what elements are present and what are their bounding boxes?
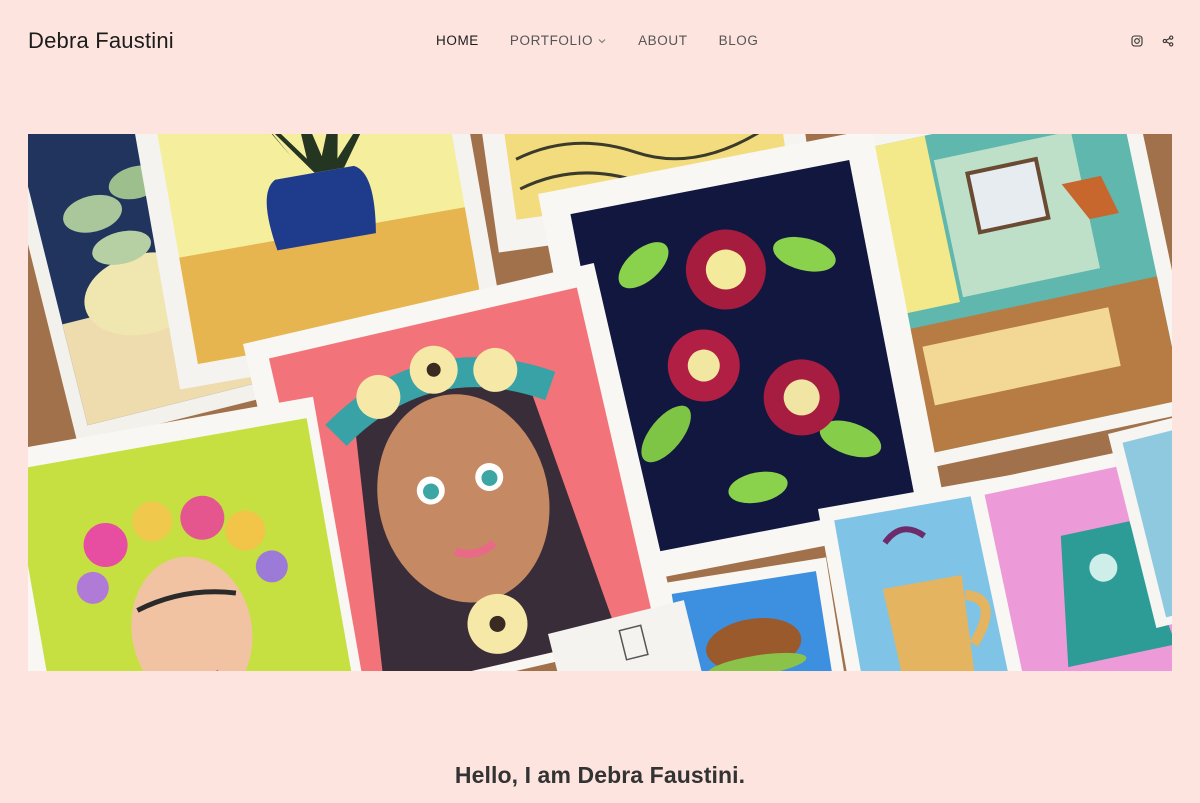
- nav-blog[interactable]: BLOG: [719, 33, 759, 48]
- site-header: Debra Faustini HOME PORTFOLIO ABOUT BLOG: [0, 0, 1200, 84]
- nav-home[interactable]: HOME: [436, 33, 479, 48]
- nav-portfolio-label: PORTFOLIO: [509, 33, 594, 48]
- nav-portfolio[interactable]: PORTFOLIO: [510, 33, 607, 48]
- social-links: [1131, 35, 1174, 47]
- nav-blog-label: BLOG: [718, 33, 759, 48]
- hero-image: [28, 134, 1172, 671]
- site-title[interactable]: Debra Faustini: [28, 28, 174, 54]
- share-icon[interactable]: [1162, 35, 1174, 47]
- intro-heading: Hello, I am Debra Faustini.: [454, 762, 746, 788]
- nav-home-label: HOME: [436, 33, 479, 48]
- instagram-icon[interactable]: [1131, 35, 1143, 47]
- chevron-down-icon: [598, 38, 606, 43]
- paintings-collage: [28, 134, 1172, 671]
- nav-about-label: ABOUT: [638, 33, 688, 48]
- nav-about[interactable]: ABOUT: [638, 33, 688, 48]
- main-nav: HOME PORTFOLIO ABOUT BLOG: [436, 33, 759, 48]
